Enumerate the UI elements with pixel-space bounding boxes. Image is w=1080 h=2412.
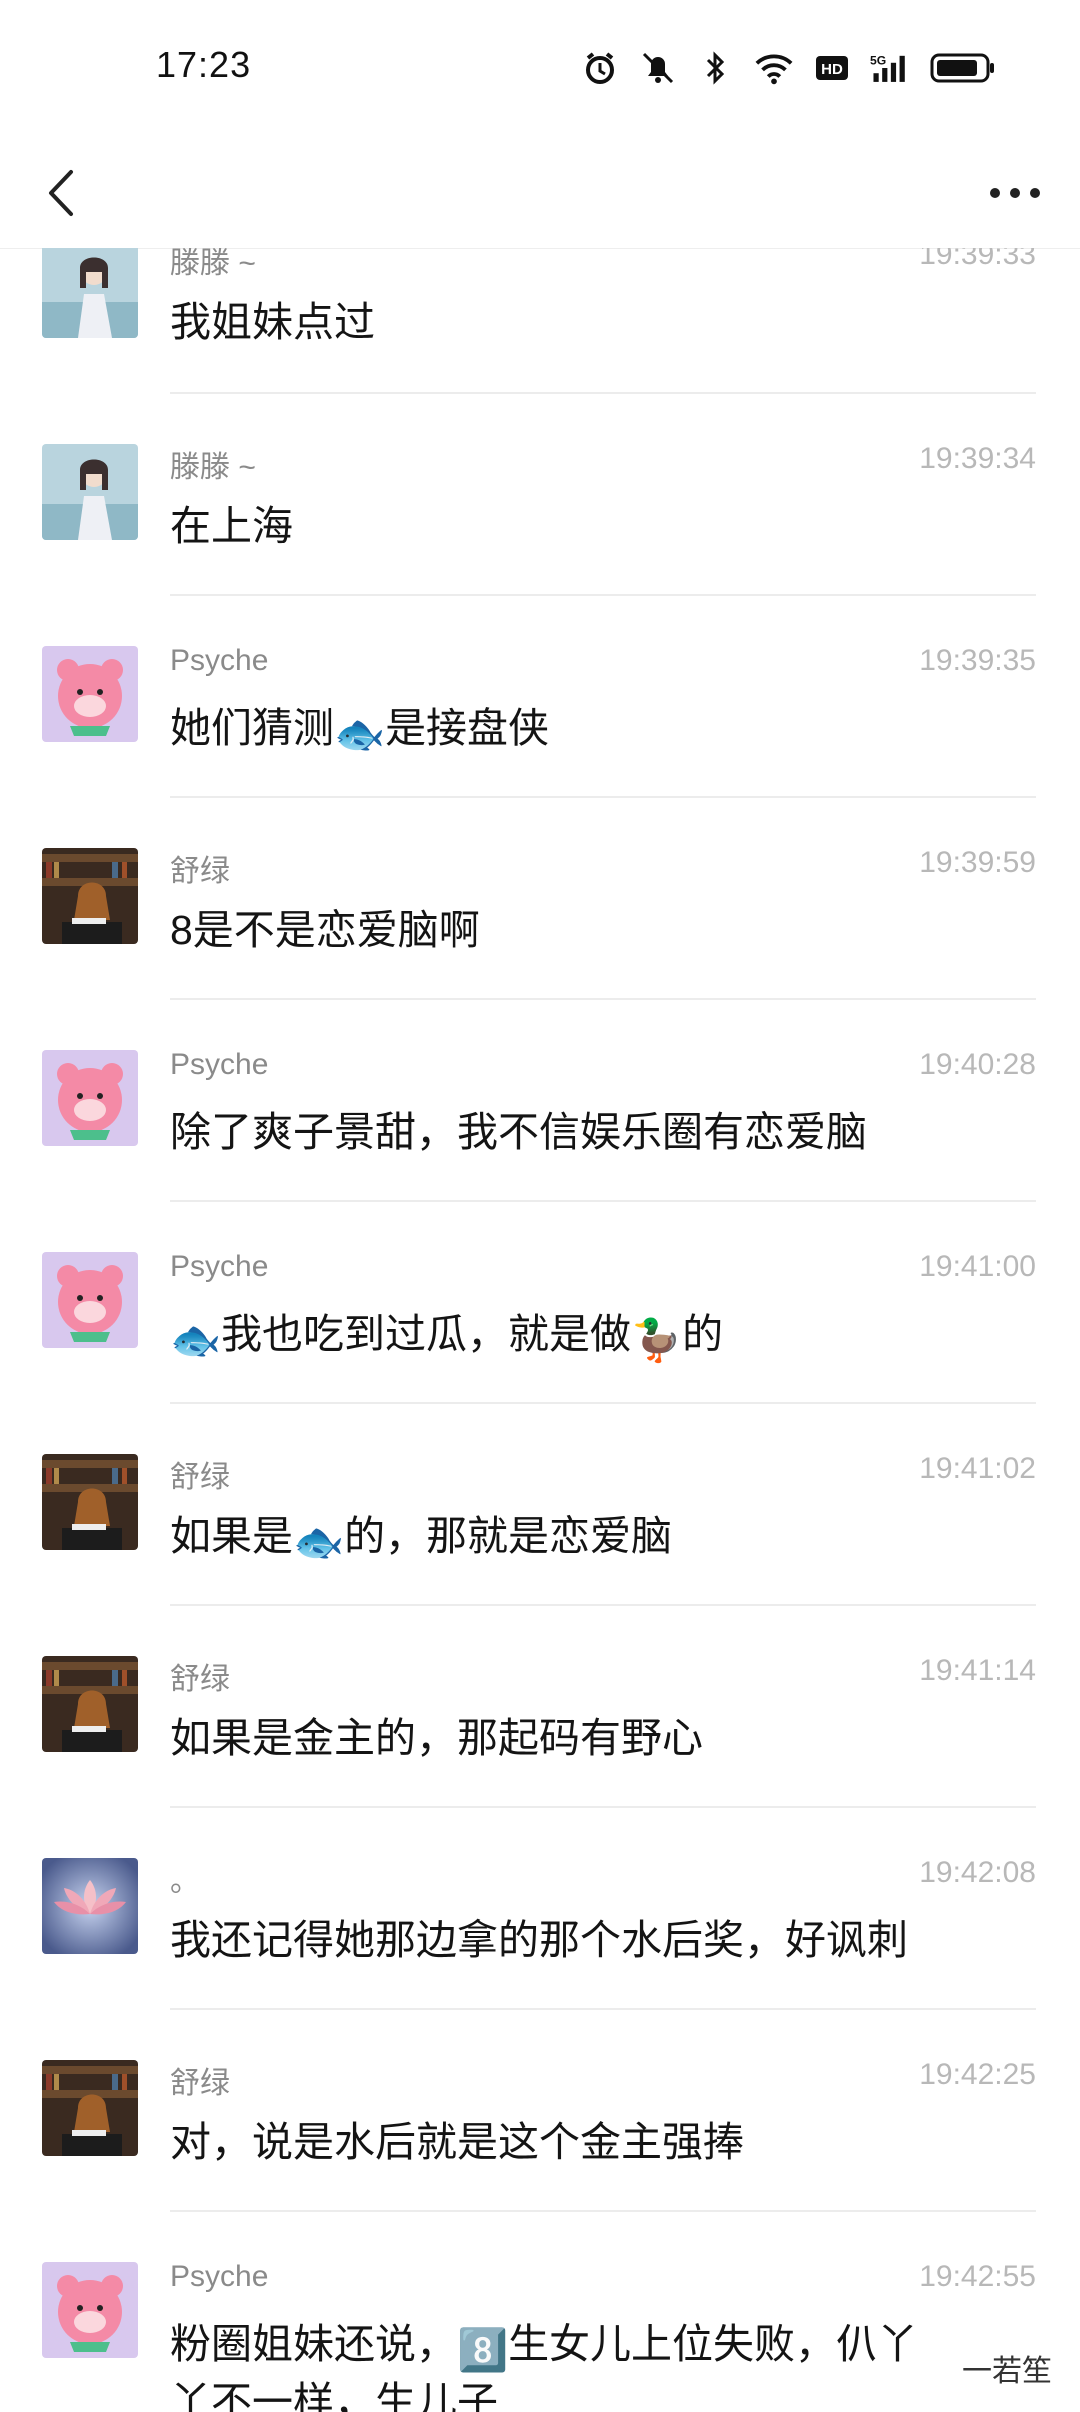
nav-bar [0,140,1080,249]
divider [170,1604,1036,1606]
sender-name: 。 [170,1865,200,1898]
message-item[interactable]: 舒绿 19:42:25 对，说是水后就是这个金主强捧 [0,2058,1080,2260]
chevron-left-icon [49,170,73,216]
message-item[interactable]: 滕滕 ~ 19:39:33 我姐妹点过 [0,248,1080,442]
bluetooth-icon [696,48,736,88]
message-time: 19:41:00 [919,1250,1036,1283]
avatar[interactable] [42,2060,138,2156]
divider [170,392,1036,394]
sender-name: Psyche [170,2260,269,2293]
message-text: 粉圈姐妹还说，8️⃣生女儿上位失败，仈丫 [170,2321,919,2373]
message-text: 对，说是水后就是这个金主强捧 [170,2119,744,2165]
avatar[interactable] [42,1050,138,1146]
message-item[interactable]: 舒绿 19:39:59 8是不是恋爱脑啊 [0,846,1080,1048]
message-list[interactable]: 滕滕 ~ 19:39:33 我姐妹点过 滕滕 ~ 19:39:34 在上海 Ps… [0,248,1080,2412]
message-text: 我还记得她那边拿的那个水后奖，好讽刺 [170,1917,908,1963]
mute-bell-icon [638,48,678,88]
message-text: 8是不是恋爱脑啊 [170,907,480,953]
message-time: 19:39:59 [919,846,1036,879]
message-time: 19:40:28 [919,1048,1036,1081]
status-bar: 17:23 HD 5G [0,0,1080,140]
avatar[interactable] [42,248,138,338]
sender-name: Psyche [170,1250,269,1283]
watermark: 一若笙 [962,2355,1052,2388]
avatar[interactable] [42,1656,138,1752]
svg-text:HD: HD [821,61,843,78]
fish-emoji: 🐟 [170,1317,222,1363]
avatar[interactable] [42,1252,138,1348]
message-time: 19:39:33 [919,248,1036,271]
divider [170,998,1036,1000]
hd-icon: HD [812,48,852,88]
avatar[interactable] [42,444,138,540]
message-item[interactable]: Psyche 19:42:55 粉圈姐妹还说，8️⃣生女儿上位失败，仈丫 丫不一… [0,2260,1080,2412]
fish-emoji: 🐟 [334,711,386,757]
message-text: 她们猜测🐟是接盘侠 [170,705,550,757]
wifi-icon [754,48,794,88]
battery-icon [928,48,998,88]
message-item[interactable]: 舒绿 19:41:14 如果是金主的，那起码有野心 [0,1654,1080,1856]
message-item[interactable]: Psyche 19:41:00 🐟我也吃到过瓜，就是做🦆的 [0,1250,1080,1452]
divider [170,2008,1036,2010]
divider [170,1402,1036,1404]
message-time: 19:42:55 [919,2260,1036,2293]
sender-name: 舒绿 [170,855,230,888]
avatar[interactable] [42,2262,138,2358]
avatar[interactable] [42,1454,138,1550]
duck-emoji: 🦆 [631,1317,683,1363]
more-button[interactable] [980,158,1050,228]
divider [170,796,1036,798]
avatar[interactable] [42,848,138,944]
sender-name: 滕滕 ~ [170,248,256,280]
message-time: 19:41:14 [919,1654,1036,1687]
divider [170,1200,1036,1202]
message-item[interactable]: Psyche 19:40:28 除了爽子景甜，我不信娱乐圈有恋爱脑 [0,1048,1080,1250]
message-time: 19:41:02 [919,1452,1036,1485]
sender-name: Psyche [170,644,269,677]
status-time: 17:23 [156,44,252,85]
sender-name: 滕滕 ~ [170,451,256,484]
message-item[interactable]: 。 19:42:08 我还记得她那边拿的那个水后奖，好讽刺 [0,1856,1080,2058]
message-item[interactable]: Psyche 19:39:35 她们猜测🐟是接盘侠 [0,644,1080,846]
message-time: 19:39:34 [919,442,1036,475]
message-item[interactable]: 舒绿 19:41:02 如果是🐟的，那就是恋爱脑 [0,1452,1080,1654]
fish-emoji: 🐟 [293,1519,345,1565]
message-text: 如果是🐟的，那就是恋爱脑 [170,1513,673,1565]
avatar[interactable] [42,646,138,742]
status-icons: HD 5G [580,46,998,90]
more-dots-icon [990,188,1040,198]
alarm-icon [580,48,620,88]
sender-name: Psyche [170,1048,269,1081]
message-text: 我姐妹点过 [170,299,375,345]
message-text: 🐟我也吃到过瓜，就是做🦆的 [170,1311,724,1363]
avatar[interactable] [42,1858,138,1954]
sender-name: 舒绿 [170,1461,230,1494]
back-button[interactable] [30,158,90,228]
message-time: 19:42:08 [919,1856,1036,1889]
message-text-line2: 丫不一样，生儿子 [170,2379,498,2412]
message-text: 除了爽子景甜，我不信娱乐圈有恋爱脑 [170,1109,867,1155]
sender-name: 舒绿 [170,2067,230,2100]
divider [170,1806,1036,1808]
message-item[interactable]: 滕滕 ~ 19:39:34 在上海 [0,442,1080,644]
message-text: 在上海 [170,503,293,549]
sender-name: 舒绿 [170,1663,230,1696]
divider [170,2210,1036,2212]
message-text: 如果是金主的，那起码有野心 [170,1715,703,1761]
divider [170,594,1036,596]
svg-text:5G: 5G [870,54,886,68]
signal-5g-icon: 5G [870,48,910,88]
message-time: 19:39:35 [919,644,1036,677]
message-time: 19:42:25 [919,2058,1036,2091]
